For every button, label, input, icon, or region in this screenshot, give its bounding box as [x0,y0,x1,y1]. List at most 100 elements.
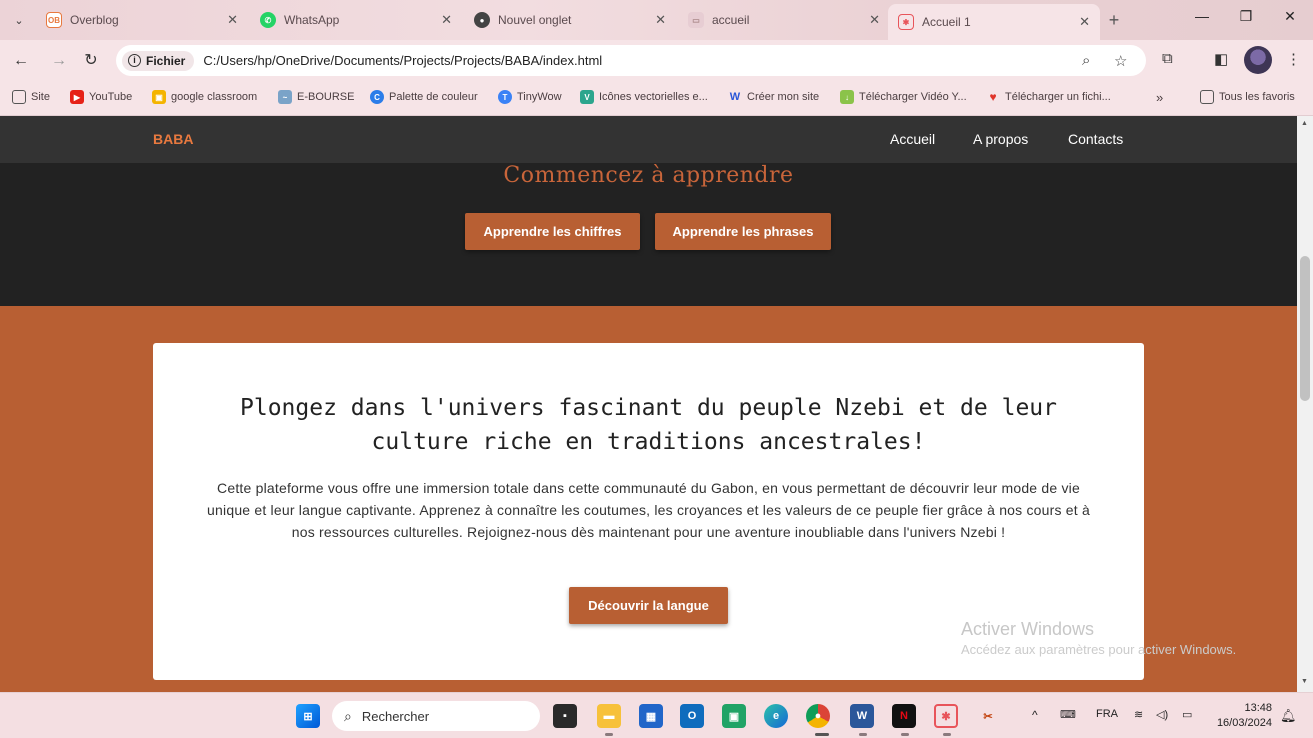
task-view-icon[interactable]: ▪ [553,704,577,728]
youtube-icon: ▶ [70,90,84,104]
learn-numbers-button[interactable]: Apprendre les chiffres [465,213,640,250]
all-bookmarks[interactable]: Tous les favoris [1200,90,1295,104]
tab-title: accueil [712,13,750,27]
whatsapp-icon: ✆ [260,12,276,28]
chrome-taskbar-icon[interactable]: ● [806,704,830,728]
bookmark-google-classroom[interactable]: ▣ google classroom [152,90,257,104]
address-bar[interactable]: i Fichier C:/Users/hp/OneDrive/Documents… [116,45,1146,76]
tab-title: Overblog [70,13,119,27]
word-icon[interactable]: W [850,704,874,728]
page-scrollbar[interactable]: ▲ ▼ [1297,116,1313,692]
new-tab-button[interactable]: + [1102,8,1126,32]
activation-watermark-subtitle: Accédez aux paramètres pour activer Wind… [961,642,1237,657]
profile-avatar[interactable] [1244,46,1272,74]
system-clock[interactable]: 13:48 16/03/2024 [1212,701,1272,731]
scheme-label: Fichier [146,53,186,68]
edge-icon[interactable]: e [764,704,788,728]
back-icon[interactable]: ← [10,50,32,72]
bookmark-tinywow[interactable]: T TinyWow [498,90,562,104]
search-icon: ⌕ [344,707,352,724]
tab-whatsapp[interactable]: ✆ WhatsApp ✕ [250,6,462,34]
tab-search-icon[interactable]: ⌄ [8,9,30,31]
minimize-icon[interactable]: — [1190,8,1214,24]
ebourse-icon: ~ [278,90,292,104]
scroll-down-icon[interactable]: ▼ [1301,678,1308,685]
hero-title: Commencez à apprendre [503,163,794,188]
folder-icon [12,90,26,104]
forward-icon[interactable]: → [48,50,70,72]
url-text[interactable]: C:/Users/hp/OneDrive/Documents/Projects/… [203,53,602,68]
tab-accueil[interactable]: ▭ accueil ✕ [678,6,890,34]
more-bookmarks-button[interactable]: » [1156,90,1163,105]
close-tab-icon[interactable]: ✕ [227,12,238,28]
tab-new-tab[interactable]: ● Nouvel onglet ✕ [464,6,676,34]
phone-link-icon[interactable]: ✱ [934,704,958,728]
phone-app-icon: ✱ [898,14,914,30]
chrome-icon: ● [474,12,490,28]
volume-icon[interactable]: ◁) [1156,708,1168,721]
bookmark-label: TinyWow [517,91,562,103]
netflix-icon[interactable]: N [892,704,916,728]
site-brand[interactable]: BABA [153,131,193,147]
notification-bell-icon[interactable]: 🔔︎ [1280,708,1297,724]
folder-icon [1200,90,1214,104]
reload-icon[interactable]: ↻ [80,50,102,72]
bookmark-palette[interactable]: C Palette de couleur [370,90,478,104]
running-indicator [943,733,951,736]
classroom-app-icon[interactable]: ▣ [722,704,746,728]
restore-icon[interactable]: ❐ [1234,8,1258,25]
nav-link-accueil[interactable]: Accueil [890,131,935,147]
browser-tab-strip: ⌄ OB Overblog ✕ ✆ WhatsApp ✕ ● Nouvel on… [0,0,1313,40]
tray-overflow-icon[interactable]: ^ [1032,708,1038,722]
windows-start-icon[interactable]: ⊞ [296,704,320,728]
bookmark-creer-site[interactable]: W Créer mon site [728,90,819,104]
nav-link-a-propos[interactable]: A propos [973,131,1028,147]
extensions-icon[interactable]: ⧉ [1162,50,1173,67]
store-icon[interactable]: ▦ [639,704,663,728]
bookmark-site[interactable]: Site [12,90,50,104]
discover-language-button[interactable]: Découvrir la langue [569,587,728,624]
vector-icon: V [580,90,594,104]
close-window-icon[interactable]: ✕ [1278,8,1302,25]
bookmark-ebourse[interactable]: ~ E-BOURSE [278,90,354,104]
bookmark-label: Site [31,91,50,103]
scroll-up-icon[interactable]: ▲ [1301,120,1308,127]
outlook-icon[interactable]: O [680,704,704,728]
file-explorer-icon[interactable]: ▬ [597,704,621,728]
palette-icon: C [370,90,384,104]
bookmark-download-video[interactable]: ↓ Télécharger Vidéo Y... [840,90,967,104]
zoom-icon[interactable]: ⌕ [1082,52,1090,69]
bookmark-label: google classroom [171,91,258,103]
scrollbar-thumb[interactable] [1300,256,1310,401]
windows-taskbar: ⊞ ⌕ Rechercher ▪ ▬ ▦ O ▣ e ● W N ✱ ✂ ^ ⌨… [0,692,1313,738]
site-info-chip[interactable]: i Fichier [122,50,195,71]
language-indicator[interactable]: FRA [1096,708,1118,720]
site-navbar: BABA Accueil A propos Contacts [0,116,1297,163]
bookmarks-bar: Site ▶ YouTube ▣ google classroom ~ E-BO… [0,81,1313,116]
wifi-icon[interactable]: ≋ [1134,708,1143,721]
taskbar-search[interactable]: ⌕ Rechercher [332,701,540,731]
close-tab-icon[interactable]: ✕ [1079,14,1090,30]
close-tab-icon[interactable]: ✕ [869,12,880,28]
bookmark-vector-icons[interactable]: V Icônes vectorielles e... [580,90,708,104]
side-panel-icon[interactable]: ◧ [1214,50,1228,68]
tab-overblog[interactable]: OB Overblog ✕ [36,6,248,34]
browser-toolbar: ← → ↻ i Fichier C:/Users/hp/OneDrive/Doc… [0,40,1313,81]
nav-link-contacts[interactable]: Contacts [1068,131,1123,147]
close-tab-icon[interactable]: ✕ [441,12,452,28]
hero-section: Commencez à apprendre Apprendre les chif… [0,163,1297,306]
tab-title: WhatsApp [284,13,340,27]
bookmark-download-file[interactable]: ♥ Télécharger un fichi... [986,90,1110,104]
bookmark-youtube[interactable]: ▶ YouTube [70,90,132,104]
battery-icon[interactable]: ▭ [1182,708,1192,721]
close-tab-icon[interactable]: ✕ [655,12,666,28]
classroom-icon: ▣ [152,90,166,104]
snipping-tool-icon[interactable]: ✂ [976,704,1000,728]
keyboard-icon[interactable]: ⌨ [1060,708,1076,721]
tab-accueil-1[interactable]: ✱ Accueil 1 ✕ [888,4,1100,40]
bookmark-star-icon[interactable]: ☆ [1114,52,1127,70]
wix-icon: W [729,91,741,103]
download-icon: ↓ [840,90,854,104]
learn-phrases-button[interactable]: Apprendre les phrases [655,213,831,250]
menu-icon[interactable]: ⋮ [1286,50,1301,68]
